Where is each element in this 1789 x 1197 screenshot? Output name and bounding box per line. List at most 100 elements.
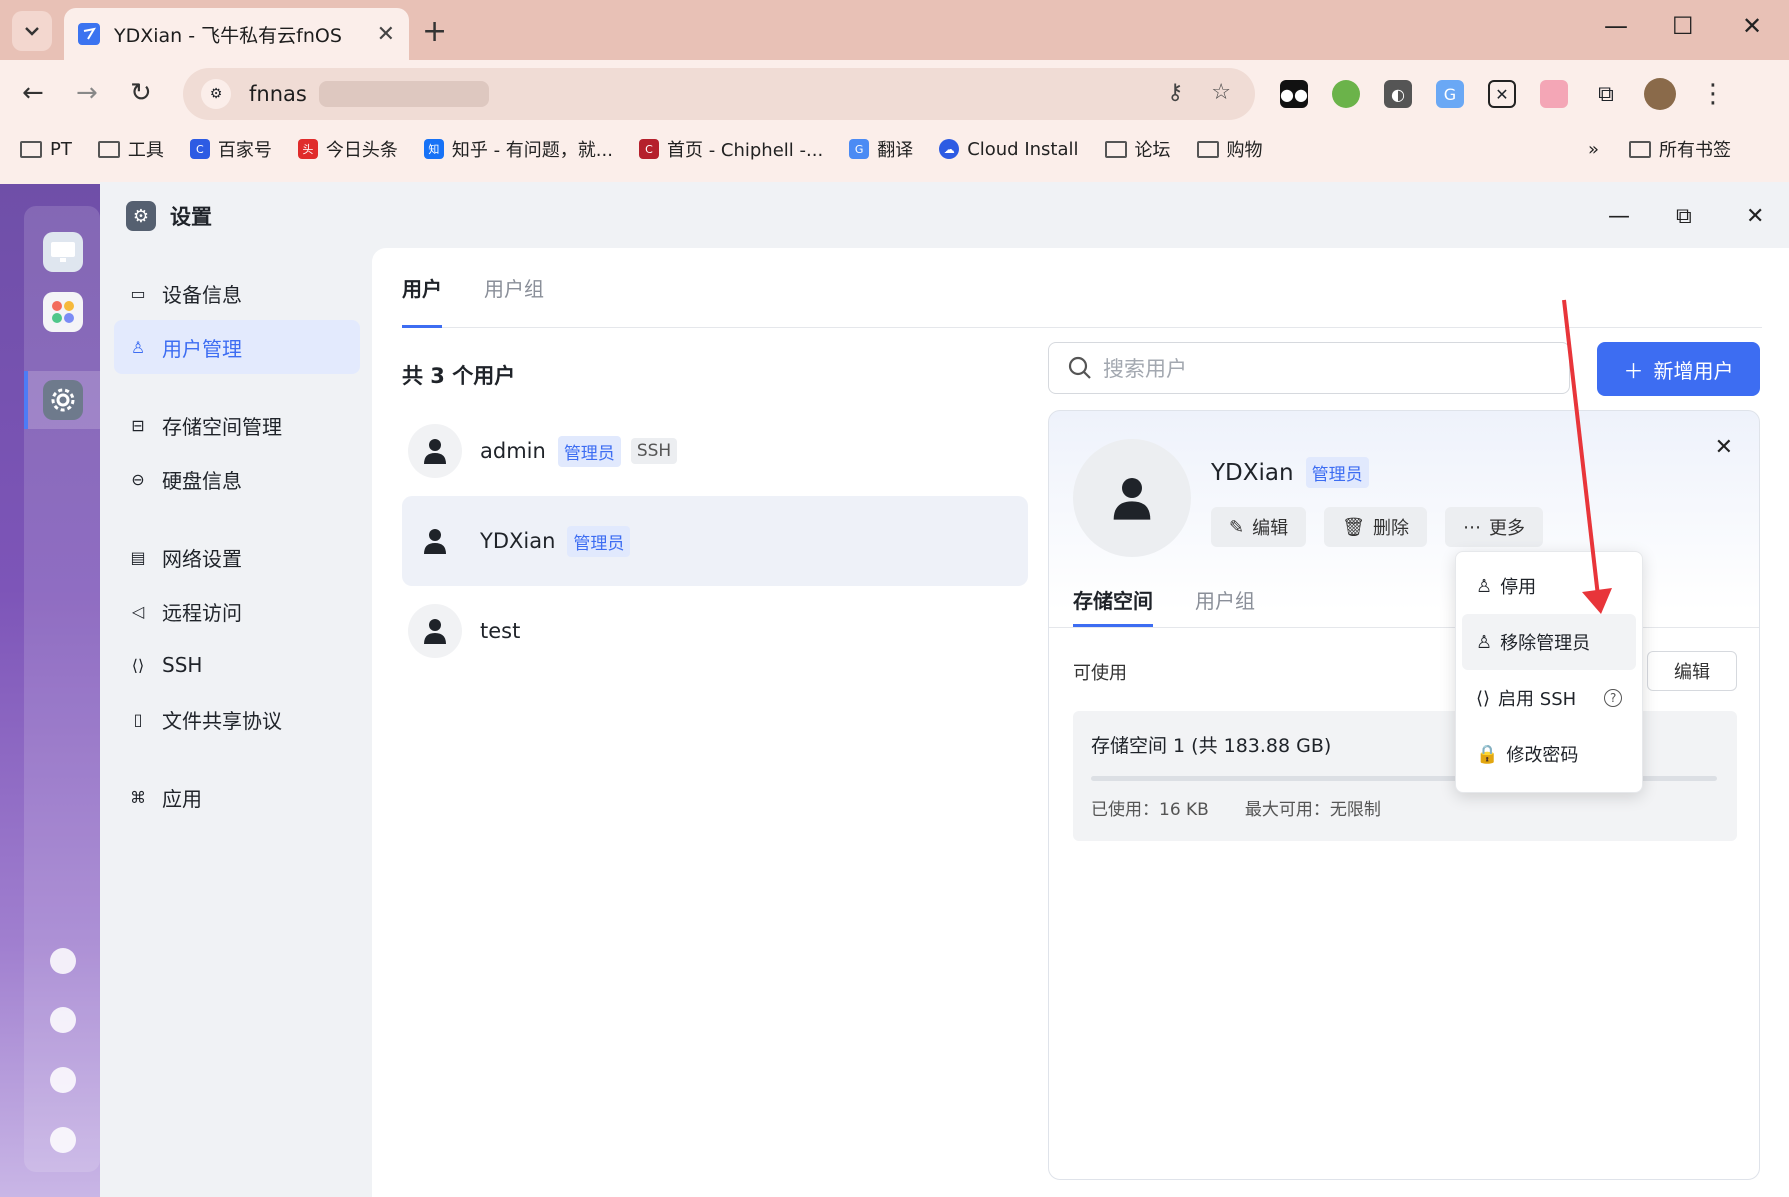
admin-badge: 管理员 <box>557 435 621 467</box>
bookmark-item[interactable]: C 百家号 <box>189 136 272 162</box>
tab-users[interactable]: 用户 <box>402 248 442 328</box>
bookmark-item[interactable]: C 首页 - Chiphell -... <box>638 136 823 162</box>
app-center-icon[interactable] <box>43 292 83 332</box>
window-header: ⚙ 设置 <box>100 182 1789 250</box>
search-input[interactable]: 搜索用户 <box>1048 342 1570 394</box>
user-row-test[interactable]: test <box>402 586 1028 676</box>
person-icon <box>424 619 446 644</box>
tab-close-icon[interactable]: ✕ <box>377 22 395 47</box>
extensions-bar: ●● ◐ G ✕ ⧉ ⋮ <box>1280 78 1726 110</box>
sidebar-item-ssh[interactable]: ⟨⟩ SSH <box>114 638 360 692</box>
new-tab-button[interactable]: + <box>422 14 447 49</box>
tab-search-button[interactable] <box>12 11 52 51</box>
transfer-icon[interactable] <box>50 948 76 974</box>
help-icon[interactable]: ? <box>1604 689 1623 707</box>
menu-icon[interactable]: ⋮ <box>1700 79 1726 109</box>
detail-actions: ✎ 编辑 🗑 删除 ⋯ 更多 <box>1211 507 1543 547</box>
network-icon: ▤ <box>130 547 146 567</box>
extension-5-icon[interactable]: ✕ <box>1488 80 1516 108</box>
user-name: admin <box>480 439 546 463</box>
address-bar[interactable]: ⚙ fnnas ⚷ ☆ <box>183 68 1255 120</box>
window-minimize-icon[interactable]: — <box>1608 204 1630 229</box>
sidebar-item-user-management[interactable]: ♙ 用户管理 <box>114 320 360 374</box>
settings-app-icon[interactable] <box>43 380 83 420</box>
more-button[interactable]: ⋯ 更多 <box>1444 507 1543 547</box>
bookmark-item[interactable]: 论坛 <box>1104 136 1171 162</box>
menu-item-remove-admin[interactable]: ♙ 移除管理员 <box>1462 614 1636 670</box>
menu-item-enable-ssh[interactable]: ⟨⟩ 启用 SSH ? <box>1462 670 1636 726</box>
bitwarden-icon[interactable]: ◐ <box>1384 80 1412 108</box>
bookmark-item[interactable]: 知知乎 - 有问题，就... <box>423 136 613 162</box>
sidebar-item-file-sharing[interactable]: ▯ 文件共享协议 <box>114 692 360 746</box>
bell-icon[interactable] <box>50 1007 76 1033</box>
delete-button[interactable]: 🗑 删除 <box>1324 507 1427 547</box>
forward-icon[interactable]: → <box>76 78 98 108</box>
menu-item-change-password[interactable]: 🔒 修改密码 <box>1462 726 1636 782</box>
bookmark-item[interactable]: 工具 <box>97 136 164 162</box>
search-icon <box>1068 356 1091 379</box>
bookmark-item[interactable]: 购物 <box>1196 136 1263 162</box>
apps-icon: ⌘ <box>130 787 146 807</box>
person-icon <box>424 439 446 464</box>
puzzle-icon[interactable]: ⧉ <box>1592 80 1620 108</box>
minimize-icon[interactable]: — <box>1604 12 1628 40</box>
close-window-icon[interactable]: ✕ <box>1742 12 1762 40</box>
profile-avatar[interactable] <box>1644 78 1676 110</box>
sidebar-item-remote-access[interactable]: ◁ 远程访问 <box>114 584 360 638</box>
storage-edit-button[interactable]: 编辑 <box>1647 651 1737 691</box>
extension-6-icon[interactable] <box>1540 80 1568 108</box>
user-row-ydxian[interactable]: YDXian 管理员 <box>402 496 1028 586</box>
sidebar-item-storage[interactable]: ⊟ 存储空间管理 <box>114 398 360 452</box>
address-text: fnnas <box>249 82 307 106</box>
edit-button[interactable]: ✎ 编辑 <box>1211 507 1307 547</box>
site-info-icon[interactable]: ⚙ <box>201 79 231 109</box>
star-icon[interactable]: ☆ <box>1211 80 1231 105</box>
user-count: 共 3 个用户 <box>402 364 516 388</box>
disk-icon: ⊖ <box>131 469 145 489</box>
user-row-admin[interactable]: admin 管理员 SSH <box>402 406 1028 496</box>
folder-icon <box>97 140 120 158</box>
close-icon[interactable]: ✕ <box>1715 435 1733 460</box>
available-label: 可使用 <box>1073 663 1127 684</box>
window-restore-icon[interactable]: ⧉ <box>1676 204 1692 229</box>
bookmark-item[interactable]: PT <box>20 139 72 160</box>
bookmark-item[interactable]: ☁ Cloud Install <box>939 139 1079 160</box>
file-icon: ▯ <box>133 709 143 729</box>
extension-2-icon[interactable] <box>1332 80 1360 108</box>
key-icon[interactable]: ⚷ <box>1167 80 1183 105</box>
storage-icon: ⊟ <box>131 415 145 435</box>
gear-icon[interactable] <box>50 1127 76 1153</box>
bookmarks-overflow-button[interactable]: » <box>1588 139 1599 160</box>
menu-item-disable[interactable]: ♙ 停用 <box>1462 558 1636 614</box>
window-title: 设置 <box>170 205 212 229</box>
user-profile-icon[interactable] <box>50 1067 76 1093</box>
sidebar-item-disk-info[interactable]: ⊖ 硬盘信息 <box>114 452 360 506</box>
extension-1-icon[interactable]: ●● <box>1280 80 1308 108</box>
chiphell-icon: C <box>638 139 659 159</box>
tab-storage[interactable]: 存储空间 <box>1073 571 1153 627</box>
tab-detail-user-groups[interactable]: 用户组 <box>1195 571 1255 627</box>
ssh-badge: SSH <box>630 438 678 464</box>
window-close-icon[interactable]: ✕ <box>1746 204 1764 229</box>
pencil-icon: ✎ <box>1229 516 1245 538</box>
translate-extension-icon[interactable]: G <box>1436 80 1464 108</box>
bookmark-item[interactable]: 头今日头条 <box>297 136 398 162</box>
sidebar-item-network[interactable]: ▤ 网络设置 <box>114 530 360 584</box>
translate-icon: G <box>849 139 870 159</box>
all-bookmarks-button[interactable]: 所有书签 <box>1629 136 1731 162</box>
tab-user-groups[interactable]: 用户组 <box>484 248 544 328</box>
reload-icon[interactable]: ↻ <box>130 78 152 108</box>
send-icon: ◁ <box>131 601 145 621</box>
monitor-icon[interactable] <box>43 232 83 272</box>
add-user-button[interactable]: ＋ 新增用户 <box>1597 342 1760 396</box>
sidebar-item-device-info[interactable]: ▭ 设备信息 <box>114 266 360 320</box>
fnos-favicon-icon <box>78 23 100 45</box>
browser-tab[interactable]: YDXian - 飞牛私有云fnOS ✕ <box>64 8 409 60</box>
bookmark-item[interactable]: G 翻译 <box>849 136 913 162</box>
maximize-icon[interactable]: ☐ <box>1672 12 1694 40</box>
sidebar-item-apps[interactable]: ⌘ 应用 <box>114 770 360 824</box>
settings-sidenav: ▭ 设备信息 ♙ 用户管理 ⊟ 存储空间管理 ⊖ 硬盘信息 ▤ 网络设置 ◁ 远… <box>114 266 360 824</box>
user-name: test <box>480 619 521 643</box>
back-icon[interactable]: ← <box>22 78 44 108</box>
trash-icon: 🗑 <box>1342 516 1365 538</box>
